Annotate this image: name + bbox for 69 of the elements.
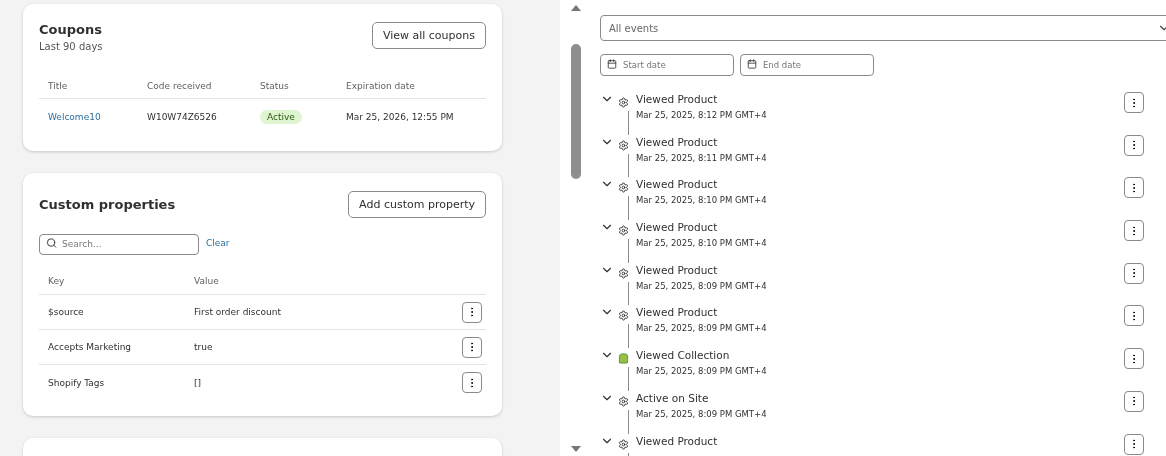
column-header: Key	[48, 275, 66, 286]
more-options-button[interactable]	[1124, 134, 1144, 156]
gear-icon	[618, 267, 629, 279]
more-options-button[interactable]	[1124, 177, 1144, 199]
event-title: Viewed Collection	[636, 348, 731, 363]
more-options-button[interactable]	[1124, 305, 1144, 327]
more-options-button[interactable]	[1124, 348, 1144, 370]
more-options-button[interactable]	[462, 336, 482, 358]
event-time: Mar 25, 2025, 8:11 PM GMT+4	[636, 152, 768, 163]
more-options-button[interactable]	[1124, 433, 1144, 455]
view-all-coupons-button[interactable]: View all coupons	[371, 22, 486, 49]
gear-icon	[618, 310, 629, 322]
event-time: Mar 25, 2025, 8:10 PM GMT+4	[636, 195, 768, 206]
table-cell-text: Accepts Marketing	[48, 342, 133, 352]
event-time: Mar 25, 2025, 8:09 PM GMT+4	[636, 280, 768, 291]
scrollbar-thumb[interactable]	[571, 44, 581, 179]
event-title: Viewed Product	[636, 134, 719, 149]
status-badge: Active	[260, 110, 302, 124]
column-header: Status	[260, 81, 290, 91]
more-options-button[interactable]	[462, 372, 482, 393]
add-custom-property-button[interactable]: Add custom property	[348, 191, 486, 218]
gear-icon	[618, 225, 629, 237]
event-time: Mar 25, 2025, 8:10 PM GMT+4	[636, 238, 768, 249]
table-cell-text: First order discount	[194, 307, 282, 317]
card-title: Coupons	[39, 22, 103, 37]
event-title: Viewed Product	[636, 220, 719, 235]
event-time: Mar 25, 2025, 8:09 PM GMT+4	[636, 366, 768, 377]
card-title: Custom properties	[39, 197, 176, 212]
event-title: Viewed Product	[636, 433, 719, 448]
event-time: Mar 25, 2025, 8:09 PM GMT+4	[636, 323, 768, 334]
more-options-button[interactable]	[1124, 220, 1144, 242]
table-cell-text: W10W74Z6526	[147, 112, 218, 122]
gear-icon	[618, 395, 629, 407]
event-title: Viewed Product	[636, 305, 719, 320]
column-header: Title	[48, 81, 69, 91]
event-time: Mar 25, 2025, 8:12 PM GMT+4	[636, 110, 768, 120]
scroll-down-arrow-icon[interactable]	[571, 446, 581, 452]
event-title: Active on Site	[636, 390, 710, 405]
table-cell-text: Shopify Tags	[48, 377, 106, 388]
table-cell-text: []	[194, 377, 203, 388]
more-options-button[interactable]	[1124, 92, 1144, 113]
start-date-field[interactable]: Start date	[600, 54, 734, 76]
more-options-button[interactable]	[1124, 262, 1144, 284]
card-subtitle: Last 90 days	[39, 41, 103, 52]
gear-icon	[618, 97, 629, 108]
scroll-up-arrow-icon[interactable]	[571, 5, 581, 11]
search-icon	[46, 237, 57, 248]
column-header: Code received	[147, 81, 213, 91]
gear-icon	[618, 182, 629, 194]
gear-icon	[618, 139, 629, 151]
column-header: Expiration date	[346, 81, 416, 91]
event-title: Viewed Product	[636, 92, 719, 106]
search-field[interactable]: Search...	[39, 233, 199, 255]
column-header: Value	[194, 275, 220, 286]
event-title: Viewed Product	[636, 262, 719, 277]
table-cell-text: Mar 25, 2026, 12:55 PM	[346, 112, 455, 122]
coupon-title-link[interactable]: Welcome10	[48, 112, 147, 122]
event-title: Viewed Product	[636, 177, 719, 192]
event-time: Mar 25, 2025, 8:09 PM GMT+4	[636, 408, 768, 419]
event-select[interactable]: All events	[600, 15, 1166, 41]
clear-link[interactable]: Clear	[206, 237, 230, 248]
table-cell-text: true	[194, 342, 214, 352]
gear-icon	[618, 438, 629, 450]
calendar-icon	[607, 59, 617, 69]
more-options-button[interactable]	[462, 301, 482, 323]
table-cell-text: $source	[48, 307, 85, 317]
end-date-field[interactable]: End date	[740, 54, 874, 76]
more-options-button[interactable]	[1124, 390, 1144, 412]
calendar-icon	[747, 59, 757, 69]
